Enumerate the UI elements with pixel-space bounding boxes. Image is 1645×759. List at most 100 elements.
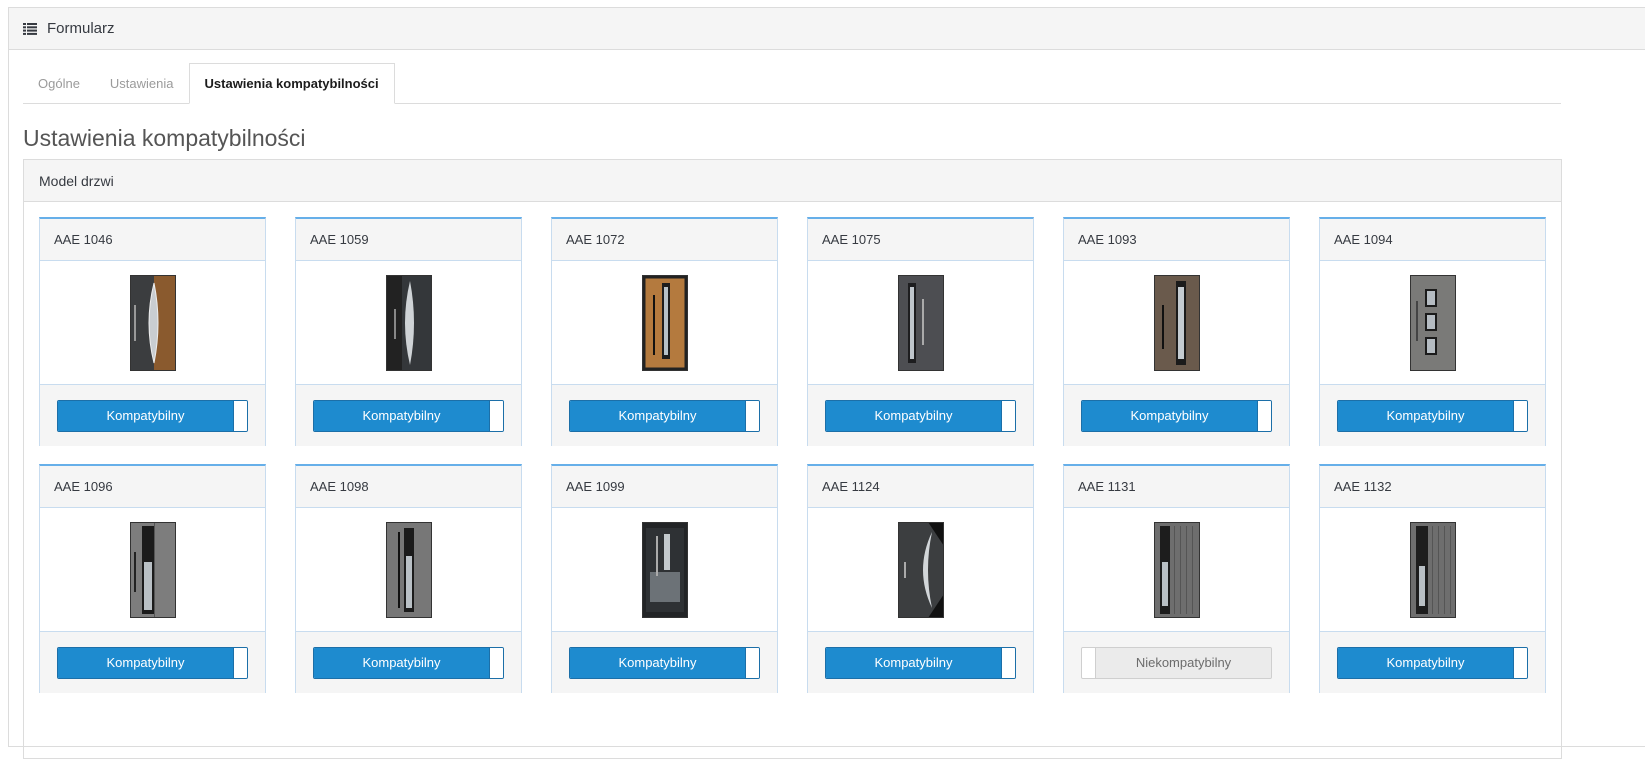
door-card: AAE 1124 Kompatybilny bbox=[807, 464, 1034, 693]
door-card: AAE 1072 Kompatybilny bbox=[551, 217, 778, 446]
card-footer: Kompatybilny bbox=[1320, 385, 1545, 446]
door-image bbox=[385, 274, 432, 371]
door-image bbox=[129, 521, 176, 618]
toggle-knob bbox=[489, 647, 503, 678]
toggle-label: Kompatybilny bbox=[1338, 647, 1513, 678]
door-image-area bbox=[1320, 508, 1545, 632]
door-image bbox=[1153, 521, 1200, 618]
compatibility-toggle[interactable]: Kompatybilny bbox=[825, 399, 1016, 432]
door-model-name: AAE 1072 bbox=[552, 219, 777, 261]
door-image-area bbox=[40, 261, 265, 385]
compatibility-toggle[interactable]: Kompatybilny bbox=[569, 646, 760, 679]
toggle-label: Kompatybilny bbox=[570, 400, 745, 431]
compatibility-toggle[interactable]: Kompatybilny bbox=[313, 646, 504, 679]
door-card: AAE 1098 Kompatybilny bbox=[295, 464, 522, 693]
compatibility-toggle[interactable]: Kompatybilny bbox=[1337, 646, 1528, 679]
door-card: AAE 1093 Kompatybilny bbox=[1063, 217, 1290, 446]
list-icon bbox=[23, 22, 39, 35]
page-title: Ustawienia kompatybilności bbox=[23, 125, 306, 151]
door-card: AAE 1046 Kompatybilny bbox=[39, 217, 266, 446]
door-image-area bbox=[1064, 261, 1289, 385]
toggle-knob bbox=[1082, 647, 1096, 678]
card-footer: Kompatybilny bbox=[1064, 385, 1289, 446]
card-footer: Kompatybilny bbox=[296, 385, 521, 446]
toggle-label: Kompatybilny bbox=[826, 647, 1001, 678]
door-model-name: AAE 1098 bbox=[296, 466, 521, 508]
toggle-label: Kompatybilny bbox=[314, 400, 489, 431]
door-image bbox=[641, 274, 688, 371]
toggle-knob bbox=[233, 647, 247, 678]
tab-bar: Ogólne Ustawienia Ustawienia kompatybiln… bbox=[23, 63, 1561, 104]
door-image-area bbox=[1320, 261, 1545, 385]
card-footer: Kompatybilny bbox=[552, 385, 777, 446]
toggle-knob bbox=[1257, 400, 1271, 431]
door-image bbox=[1153, 274, 1200, 371]
toggle-label: Kompatybilny bbox=[58, 400, 233, 431]
door-card-grid: AAE 1046 Kompatybilny AAE 1059 Kompatybilny… bbox=[39, 217, 1549, 693]
tab-settings[interactable]: Ustawienia bbox=[95, 63, 189, 103]
door-model-name: AAE 1124 bbox=[808, 466, 1033, 508]
door-model-name: AAE 1131 bbox=[1064, 466, 1289, 508]
toggle-knob bbox=[745, 647, 759, 678]
door-image-area bbox=[552, 508, 777, 632]
toggle-label: Niekompatybilny bbox=[1096, 647, 1271, 678]
door-image-area bbox=[808, 508, 1033, 632]
door-image-area bbox=[1064, 508, 1289, 632]
panel-heading: Formularz bbox=[9, 8, 1645, 50]
door-card: AAE 1099 Kompatybilny bbox=[551, 464, 778, 693]
door-image-area bbox=[296, 508, 521, 632]
door-model-name: AAE 1096 bbox=[40, 466, 265, 508]
door-image bbox=[897, 521, 944, 618]
toggle-knob bbox=[745, 400, 759, 431]
toggle-label: Kompatybilny bbox=[314, 647, 489, 678]
door-card: AAE 1132 Kompatybilny bbox=[1319, 464, 1546, 693]
door-image bbox=[1409, 521, 1456, 618]
tab-compatibility-settings[interactable]: Ustawienia kompatybilności bbox=[188, 63, 395, 104]
panel-title: Formularz bbox=[47, 20, 115, 37]
card-footer: Kompatybilny bbox=[808, 632, 1033, 693]
door-card: AAE 1131 Niekompatybilny bbox=[1063, 464, 1290, 693]
door-model-name: AAE 1093 bbox=[1064, 219, 1289, 261]
toggle-label: Kompatybilny bbox=[58, 647, 233, 678]
door-image-area bbox=[296, 261, 521, 385]
card-footer: Kompatybilny bbox=[40, 385, 265, 446]
compatibility-toggle[interactable]: Kompatybilny bbox=[57, 399, 248, 432]
door-image bbox=[641, 521, 688, 618]
door-card: AAE 1094 Kompatybilny bbox=[1319, 217, 1546, 446]
door-image-area bbox=[808, 261, 1033, 385]
door-model-name: AAE 1059 bbox=[296, 219, 521, 261]
card-footer: Kompatybilny bbox=[552, 632, 777, 693]
door-image-area bbox=[552, 261, 777, 385]
card-footer: Niekompatybilny bbox=[1064, 632, 1289, 693]
compatibility-toggle[interactable]: Kompatybilny bbox=[825, 646, 1016, 679]
card-footer: Kompatybilny bbox=[40, 632, 265, 693]
tab-general[interactable]: Ogólne bbox=[23, 63, 95, 103]
door-model-name: AAE 1132 bbox=[1320, 466, 1545, 508]
form-panel: Formularz Ogólne Ustawienia Ustawienia k… bbox=[8, 7, 1645, 759]
toggle-label: Kompatybilny bbox=[570, 647, 745, 678]
compatibility-toggle[interactable]: Kompatybilny bbox=[313, 399, 504, 432]
compatibility-toggle[interactable]: Kompatybilny bbox=[1337, 399, 1528, 432]
toggle-knob bbox=[489, 400, 503, 431]
door-model-name: AAE 1094 bbox=[1320, 219, 1545, 261]
door-model-name: AAE 1046 bbox=[40, 219, 265, 261]
compatibility-toggle[interactable]: Niekompatybilny bbox=[1081, 646, 1272, 679]
toggle-label: Kompatybilny bbox=[826, 400, 1001, 431]
compatibility-toggle[interactable]: Kompatybilny bbox=[57, 646, 248, 679]
door-model-name: AAE 1099 bbox=[552, 466, 777, 508]
door-model-name: AAE 1075 bbox=[808, 219, 1033, 261]
door-card: AAE 1075 Kompatybilny bbox=[807, 217, 1034, 446]
toggle-knob bbox=[233, 400, 247, 431]
toggle-knob bbox=[1001, 647, 1015, 678]
door-image bbox=[1409, 274, 1456, 371]
door-model-section: Model drzwi AAE 1046 Kompatybilny AAE 1059… bbox=[23, 159, 1562, 759]
compatibility-toggle[interactable]: Kompatybilny bbox=[569, 399, 760, 432]
door-image bbox=[897, 274, 944, 371]
card-footer: Kompatybilny bbox=[808, 385, 1033, 446]
toggle-knob bbox=[1513, 400, 1527, 431]
door-card: AAE 1059 Kompatybilny bbox=[295, 217, 522, 446]
door-image bbox=[129, 274, 176, 371]
toggle-knob bbox=[1001, 400, 1015, 431]
toggle-label: Kompatybilny bbox=[1338, 400, 1513, 431]
compatibility-toggle[interactable]: Kompatybilny bbox=[1081, 399, 1272, 432]
